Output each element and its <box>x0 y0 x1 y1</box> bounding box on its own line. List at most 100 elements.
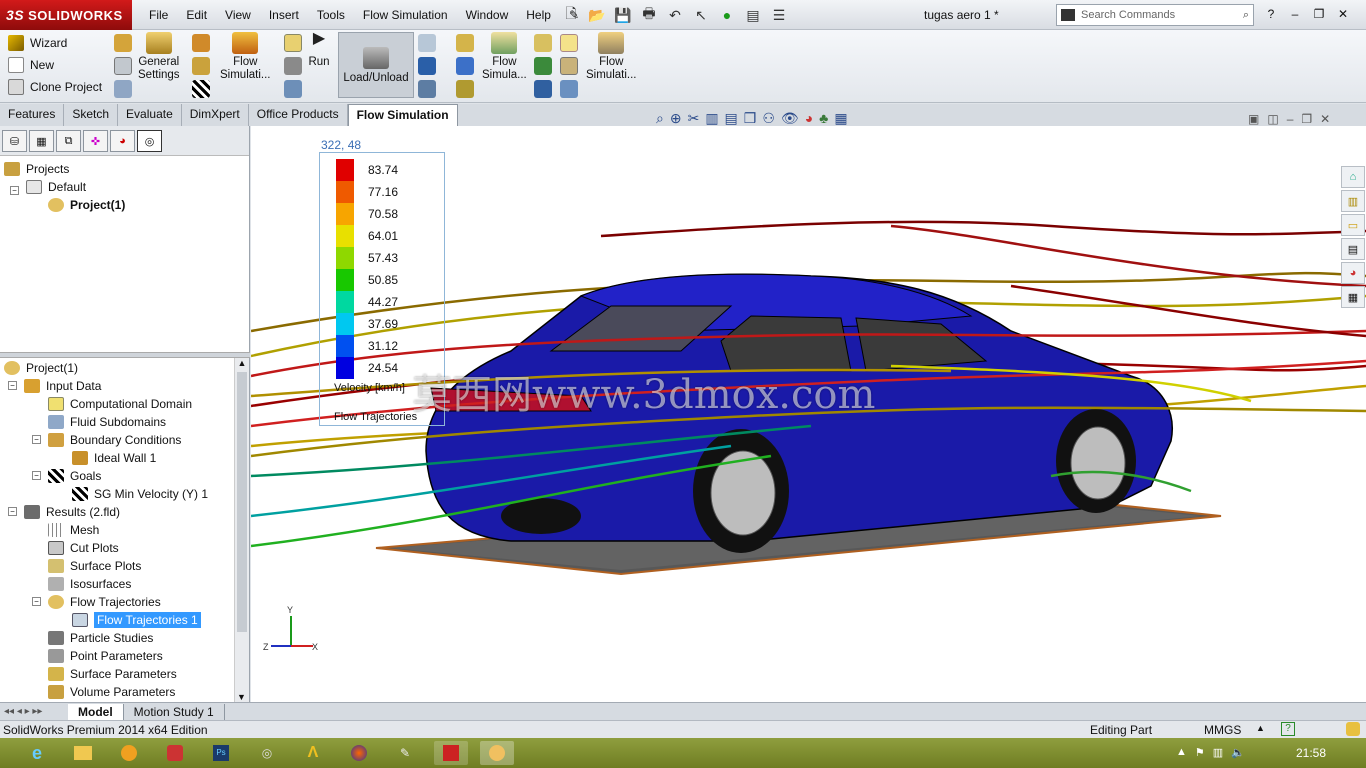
pdf-reader-icon[interactable] <box>158 741 192 765</box>
design-library-icon[interactable]: ▥ <box>1341 190 1365 212</box>
tab-features[interactable]: Features <box>0 104 65 126</box>
tab-office-products[interactable]: Office Products <box>248 104 348 126</box>
collapse-flow-trajectories-icon[interactable]: − <box>32 597 41 606</box>
dimxpert-manager-tab-icon[interactable]: ✜ <box>83 130 108 152</box>
close-icon[interactable]: ✕ <box>1334 5 1352 23</box>
scroll-down-icon[interactable]: ▼ <box>237 692 246 702</box>
solidworks-taskbar-icon[interactable] <box>434 741 468 765</box>
tree-computational-domain[interactable]: Computational Domain <box>48 395 192 413</box>
collapse-goals-icon[interactable]: − <box>32 471 41 480</box>
dynamic-annotation-icon[interactable]: ▤ <box>725 110 738 127</box>
tree-flow-trajectories[interactable]: Flow Trajectories <box>48 593 161 611</box>
goal-plot-icon[interactable] <box>534 57 552 75</box>
viewport-close-icon[interactable]: ✕ <box>1320 112 1330 126</box>
project-tools-icon-3[interactable] <box>114 80 132 98</box>
flow-simulation-tab-icon[interactable]: ◎ <box>137 130 162 152</box>
scroll-up-icon[interactable]: ▲ <box>235 358 249 368</box>
run-button[interactable]: ▶ Run <box>306 31 332 69</box>
tree-particle-studies[interactable]: Particle Studies <box>48 629 153 647</box>
browser-orb-icon[interactable] <box>112 741 146 765</box>
flow-simulation-dropdown-3[interactable]: Flow Simulati... <box>586 32 637 82</box>
undo-icon[interactable]: ↶ <box>664 4 686 26</box>
project-tools-icon-1[interactable] <box>114 34 132 52</box>
viewport-restore-icon[interactable]: ❐ <box>1301 112 1312 126</box>
tree-isosurfaces[interactable]: Isosurfaces <box>48 575 131 593</box>
notification-icon[interactable] <box>1346 722 1360 736</box>
tray-expand-icon[interactable]: ▲ <box>1176 746 1187 759</box>
collapse-input-data-icon[interactable]: − <box>8 381 17 390</box>
scrollbar-thumb[interactable] <box>237 372 247 632</box>
tree-default-config[interactable]: Default <box>26 178 86 196</box>
solidworks-resources-icon[interactable]: ⌂ <box>1341 166 1365 188</box>
photoshop-icon[interactable]: Ps <box>204 741 238 765</box>
tree-input-data[interactable]: Input Data <box>24 377 101 395</box>
minimize-icon[interactable]: – <box>1286 5 1304 23</box>
collapse-default-icon[interactable]: − <box>10 186 19 195</box>
view-palette-icon[interactable]: ▤ <box>1341 238 1365 260</box>
select-arrow-icon[interactable]: ↖ <box>690 4 712 26</box>
custom-properties-icon[interactable]: ▦ <box>1341 286 1365 308</box>
tree-cut-plots[interactable]: Cut Plots <box>48 539 119 557</box>
options-icon[interactable]: ☰ <box>768 4 790 26</box>
print-icon[interactable]: 🖶 <box>638 4 660 26</box>
edit-appearance-icon[interactable]: ◕ <box>805 110 813 127</box>
menu-edit[interactable]: Edit <box>177 8 216 22</box>
help-icon[interactable]: ? <box>1262 5 1280 23</box>
apply-scene-icon[interactable]: ♣ <box>819 110 828 127</box>
property-manager-tab-icon[interactable]: ▦ <box>29 130 54 152</box>
split-icon[interactable]: ◫ <box>1267 112 1278 126</box>
xy-plot-icon[interactable] <box>534 34 552 52</box>
help-status-icon[interactable]: ? <box>1281 722 1295 736</box>
previous-view-icon[interactable]: ✂ <box>688 110 700 127</box>
zoom-to-fit-icon[interactable]: ⌕ <box>656 110 664 127</box>
tree-volume-parameters[interactable]: Volume Parameters <box>48 683 175 701</box>
wizard-button[interactable]: Wizard <box>8 32 102 54</box>
open-folder-icon[interactable]: 📂 <box>586 4 608 26</box>
tree-project-1[interactable]: Project(1) <box>48 196 125 214</box>
file-explorer-icon[interactable]: ▭ <box>1341 214 1365 236</box>
pencil-tool-icon[interactable]: ✎ <box>388 741 422 765</box>
menu-help[interactable]: Help <box>517 8 560 22</box>
search-commands-field[interactable]: Search Commands ⌕ <box>1056 4 1254 26</box>
surface-plot-icon[interactable] <box>456 57 474 75</box>
general-settings-button[interactable]: General Settings <box>138 32 180 82</box>
new-project-button[interactable]: New <box>8 54 102 76</box>
display-style-icon[interactable]: ⚇ <box>762 110 775 127</box>
internet-explorer-icon[interactable]: e <box>20 741 54 765</box>
menu-view[interactable]: View <box>216 8 260 22</box>
feature-manager-tab-icon[interactable]: ⛁ <box>2 130 27 152</box>
project-tools-icon-2[interactable] <box>114 57 132 75</box>
checkered-goal-icon[interactable] <box>192 80 210 98</box>
volume-icon[interactable]: 🔈 <box>1231 746 1245 759</box>
network-tool-icon[interactable]: ◎ <box>250 741 284 765</box>
load-unload-button[interactable]: Load/Unload <box>338 32 414 98</box>
view-settings-icon[interactable]: ▦ <box>834 110 847 127</box>
cut-plot-icon[interactable] <box>456 34 474 52</box>
clock[interactable]: 21:58 <box>1296 746 1326 760</box>
tree-point-parameters[interactable]: Point Parameters <box>48 647 163 665</box>
tree-projects-root[interactable]: Projects <box>4 160 69 178</box>
collapse-results-icon[interactable]: − <box>8 507 17 516</box>
appearances-icon[interactable]: ◕ <box>1341 262 1365 284</box>
menu-tools[interactable]: Tools <box>308 8 354 22</box>
tree-mesh[interactable]: Mesh <box>48 521 99 539</box>
file-explorer-taskbar-icon[interactable] <box>66 741 100 765</box>
probe-icon[interactable] <box>418 34 436 52</box>
tree-flow-trajectories-1[interactable]: Flow Trajectories 1 <box>72 611 201 629</box>
tab-evaluate[interactable]: Evaluate <box>118 104 182 126</box>
tree-scrollbar[interactable]: ▲ ▼ <box>234 358 249 702</box>
rebuild-traffic-light-icon[interactable]: ● <box>716 4 738 26</box>
menu-flow-simulation[interactable]: Flow Simulation <box>354 8 457 22</box>
mesh-icon[interactable] <box>284 34 302 52</box>
collapse-boundary-conditions-icon[interactable]: − <box>32 435 41 444</box>
batch-run-icon[interactable] <box>284 80 302 98</box>
section-view-icon[interactable]: ▥ <box>705 110 718 127</box>
tab-dimxpert[interactable]: DimXpert <box>181 104 249 126</box>
display-manager-tab-icon[interactable]: ◕ <box>110 130 135 152</box>
hide-show-items-icon[interactable]: 👁 <box>781 110 799 127</box>
units-dropdown-icon[interactable]: ▲ <box>1256 723 1265 733</box>
flow-simulation-dropdown-1[interactable]: Flow Simulati... <box>220 32 271 82</box>
tree-fluid-subdomains[interactable]: Fluid Subdomains <box>48 413 166 431</box>
isosurface-icon[interactable] <box>456 80 474 98</box>
lightbulb-icon[interactable] <box>560 34 578 52</box>
